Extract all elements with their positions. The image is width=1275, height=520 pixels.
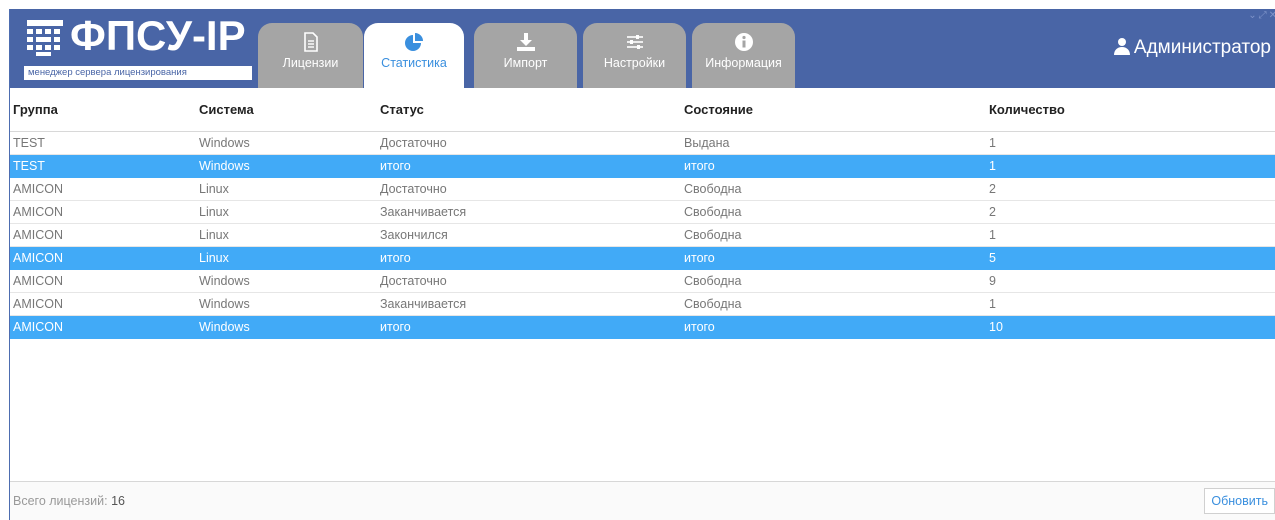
table-cell: Достаточно [377,131,681,155]
table-row[interactable]: TEST Windows Достаточно Выдана 1 [10,131,1275,155]
info-icon [734,33,753,51]
tab-label: Лицензии [282,56,339,70]
table-cell: AMICON [10,246,196,270]
user-menu[interactable]: Администратор [1113,37,1271,59]
total-licenses-label: Всего лицензий: [13,494,108,508]
status-bar: Всего лицензий: 16 Обновить [10,481,1275,520]
refresh-button[interactable]: Обновить [1204,488,1275,514]
tab-label: Импорт [503,56,548,70]
table-cell: Свободна [681,200,986,224]
app-window: ФПСУ-IP менеджер сервера лицензирования … [9,9,1275,520]
column-header-group[interactable]: Группа [10,88,196,132]
table-cell: итого [377,246,681,270]
document-icon [303,32,318,52]
table-cell: Windows [196,154,377,178]
table-cell: Заканчивается [377,292,681,316]
table-row[interactable]: AMICON Windows Достаточно Свободна 9 [10,269,1275,293]
table-cell: Linux [196,246,377,270]
table-cell: TEST [10,154,196,178]
download-icon [516,33,535,51]
table-cell: Windows [196,292,377,316]
header-bar: ФПСУ-IP менеджер сервера лицензирования … [10,9,1275,88]
user-name: Администратор [1133,37,1271,58]
tab-licenses[interactable]: Лицензии [258,23,363,88]
table-cell: Свободна [681,269,986,293]
table-cell: 1 [986,154,1275,178]
table-cell: AMICON [10,292,196,316]
statistics-table: Группа Система Статус Состояние Количест… [10,88,1275,339]
table-cell: Windows [196,269,377,293]
table-cell: Windows [196,315,377,339]
table-cell: Выдана [681,131,986,155]
table-cell: 1 [986,131,1275,155]
table-cell: Достаточно [377,269,681,293]
tab-label: Информация [705,56,782,70]
table-cell: Свободна [681,223,986,247]
total-licenses-value: 16 [111,494,125,508]
table-header-row: Группа Система Статус Состояние Количест… [10,88,1275,132]
table-row-total[interactable]: TEST Windows итого итого 1 [10,154,1275,178]
table-row-total[interactable]: AMICON Linux итого итого 5 [10,246,1275,270]
table-cell: 1 [986,223,1275,247]
table-row[interactable]: AMICON Linux Заканчивается Свободна 2 [10,200,1275,224]
table-row-total[interactable]: AMICON Windows итого итого 10 [10,315,1275,339]
table-cell: Закончился [377,223,681,247]
table-cell: AMICON [10,177,196,201]
table-cell: Linux [196,200,377,224]
table-cell: итого [681,154,986,178]
table-cell: 5 [986,246,1275,270]
table-cell: Свободна [681,177,986,201]
table-cell: Linux [196,177,377,201]
total-licenses: Всего лицензий: 16 [13,494,125,508]
table-cell: AMICON [10,315,196,339]
table-cell: Linux [196,223,377,247]
table-cell: Windows [196,131,377,155]
table-cell: Достаточно [377,177,681,201]
table-cell: итого [377,315,681,339]
table-cell: AMICON [10,269,196,293]
table-cell: итого [377,154,681,178]
table-cell: Заканчивается [377,200,681,224]
tab-information[interactable]: Информация [692,23,795,88]
table-cell: AMICON [10,200,196,224]
table-cell: итого [681,246,986,270]
table-cell: 10 [986,315,1275,339]
tab-label: Статистика [381,56,447,70]
logo-grid-icon [27,20,63,56]
table-cell: AMICON [10,223,196,247]
table-cell: Свободна [681,292,986,316]
tab-import[interactable]: Импорт [474,23,577,88]
window-controls[interactable]: ⌄⤢✕ [1248,10,1275,21]
table-cell: итого [681,315,986,339]
table-cell: 2 [986,177,1275,201]
column-header-status[interactable]: Статус [377,88,681,132]
tab-label: Настройки [603,56,666,70]
app-title: ФПСУ-IP [70,12,246,59]
pie-chart-icon [405,33,423,51]
table-row[interactable]: AMICON Windows Заканчивается Свободна 1 [10,292,1275,316]
column-header-count[interactable]: Количество [986,88,1275,132]
column-header-system[interactable]: Система [196,88,377,132]
app-subtitle: менеджер сервера лицензирования [24,66,252,80]
user-icon [1113,38,1130,55]
table-cell: 2 [986,200,1275,224]
table-cell: TEST [10,131,196,155]
column-header-state[interactable]: Состояние [681,88,986,132]
table-cell: 9 [986,269,1275,293]
logo: ФПСУ-IP менеджер сервера лицензирования [22,12,258,81]
table-row[interactable]: AMICON Linux Достаточно Свободна 2 [10,177,1275,201]
table-row[interactable]: AMICON Linux Закончился Свободна 1 [10,223,1275,247]
sliders-icon [626,35,643,49]
tab-settings[interactable]: Настройки [583,23,686,88]
tab-statistics[interactable]: Статистика [364,23,464,88]
table-cell: 1 [986,292,1275,316]
